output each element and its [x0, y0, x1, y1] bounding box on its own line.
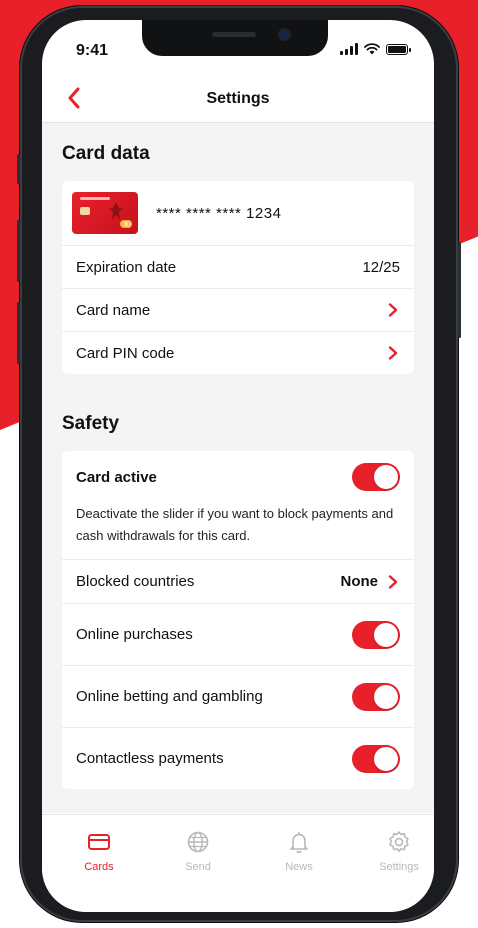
- wifi-icon: [364, 43, 380, 55]
- bell-icon: [290, 831, 308, 854]
- card-image: [72, 192, 138, 234]
- front-camera: [280, 30, 289, 39]
- card-preview-row: **** **** **** 1234: [62, 181, 414, 245]
- page-title: Settings: [206, 90, 270, 107]
- speaker-grille: [212, 32, 256, 37]
- settings-content[interactable]: Card data **** **** **** 1234 Expiration…: [42, 123, 434, 813]
- card-number: **** **** **** 1234: [156, 204, 282, 222]
- contactless-toggle[interactable]: [352, 744, 400, 773]
- power-button: [458, 242, 461, 338]
- card-name-label: Card name: [76, 301, 151, 319]
- online-betting-label: Online betting and gambling: [76, 688, 263, 705]
- tab-send[interactable]: Send: [163, 829, 233, 873]
- notch: [142, 20, 328, 56]
- tab-bar: Cards Send News Settings: [42, 814, 434, 912]
- chevron-right-icon: [386, 574, 400, 589]
- tab-cards[interactable]: Cards: [64, 829, 134, 873]
- volume-up-button: [17, 220, 20, 282]
- online-purchases-row: Online purchases: [62, 603, 414, 665]
- card-data-group: **** **** **** 1234 Expiration date 12/2…: [62, 181, 414, 374]
- phone-screen: 9:41 Settings Card data **** **** **** 1…: [42, 20, 434, 912]
- card-active-label: Card active: [76, 468, 157, 486]
- chevron-right-icon: [386, 346, 400, 360]
- section-title-card-data: Card data: [62, 143, 150, 164]
- header: Settings: [42, 78, 434, 123]
- battery-icon: [386, 43, 411, 55]
- card-pin-row[interactable]: Card PIN code: [62, 331, 414, 374]
- safety-group: Card active Deactivate the slider if you…: [62, 451, 414, 789]
- chevron-right-icon: [386, 303, 400, 317]
- online-purchases-label: Online purchases: [76, 626, 193, 643]
- tab-label: Settings: [379, 861, 419, 873]
- gear-icon: [389, 831, 409, 853]
- status-icons: [340, 43, 411, 55]
- status-time: 9:41: [76, 42, 109, 59]
- tab-label: Send: [185, 861, 211, 873]
- section-title-safety: Safety: [62, 413, 120, 434]
- online-purchases-toggle[interactable]: [352, 620, 400, 649]
- blocked-countries-label: Blocked countries: [76, 573, 195, 590]
- card-active-description: Deactivate the slider if you want to blo…: [76, 506, 394, 543]
- mute-switch: [17, 154, 20, 184]
- expiration-date-row: Expiration date 12/25: [62, 245, 414, 288]
- online-betting-row: Online betting and gambling: [62, 665, 414, 727]
- expiration-date-value: 12/25: [362, 258, 400, 276]
- card-active-row: Card active: [62, 451, 414, 503]
- volume-down-button: [17, 302, 20, 364]
- tab-label: Cards: [84, 861, 114, 873]
- signal-icon: [340, 43, 358, 55]
- card-pin-label: Card PIN code: [76, 344, 175, 362]
- card-icon: [88, 834, 110, 850]
- globe-icon: [187, 831, 209, 853]
- tab-label: News: [285, 861, 313, 873]
- blocked-countries-row[interactable]: Blocked countries None: [62, 559, 414, 603]
- blocked-countries-value: None: [340, 573, 379, 590]
- card-active-toggle[interactable]: [352, 463, 400, 491]
- contactless-row: Contactless payments: [62, 727, 414, 789]
- tab-news[interactable]: News: [264, 829, 334, 873]
- contactless-label: Contactless payments: [76, 750, 224, 767]
- card-name-row[interactable]: Card name: [62, 288, 414, 331]
- expiration-date-label: Expiration date: [76, 258, 177, 276]
- tab-settings[interactable]: Settings: [364, 829, 434, 873]
- online-betting-toggle[interactable]: [352, 682, 400, 711]
